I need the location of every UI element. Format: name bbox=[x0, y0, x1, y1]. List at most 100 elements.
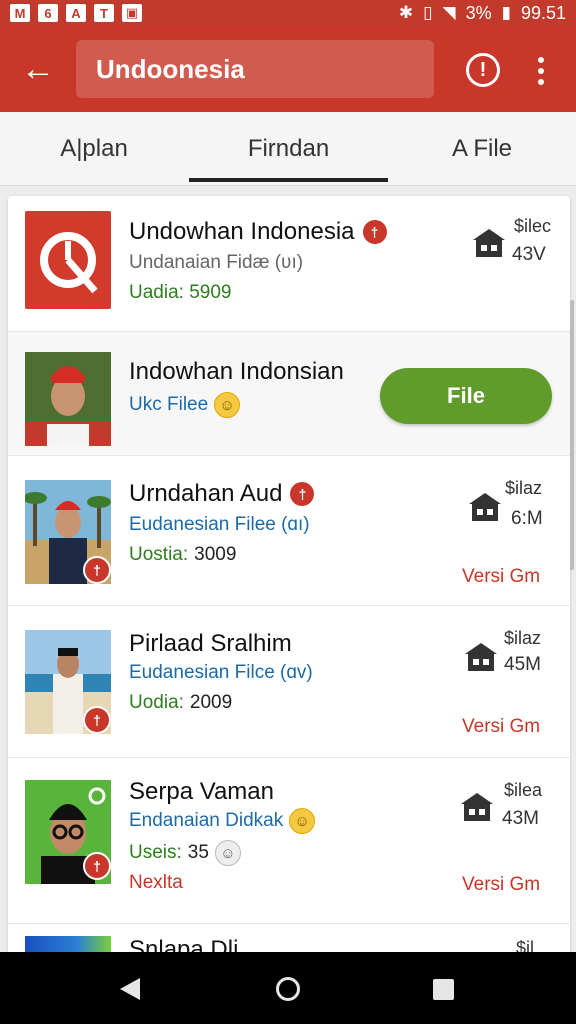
item-meta: Useis: 35 ☺ bbox=[129, 840, 241, 866]
list-item[interactable]: † Serpa Vaman Endanaian Didkak ☺ Useis: … bbox=[8, 758, 570, 924]
tab-a-file[interactable]: A File bbox=[388, 112, 576, 186]
smile-emoji-icon: ☺ bbox=[289, 808, 316, 834]
item-name: Snlapa Dli bbox=[129, 936, 239, 952]
version-link[interactable]: Versi Gm bbox=[462, 874, 540, 896]
item-meta: Uostia: 3009 bbox=[129, 544, 236, 566]
app-logo-icon bbox=[25, 211, 111, 309]
smile-emoji-icon: ☺ bbox=[214, 392, 241, 418]
grin-emoji-icon: ☺ bbox=[214, 840, 241, 866]
app-list: Undowhan Indonesia † Undanaian Fidæ (ʋı)… bbox=[8, 196, 570, 952]
nav-home-icon[interactable] bbox=[276, 977, 300, 1001]
item-meta-label: Uadia: 5909 bbox=[129, 282, 232, 303]
back-arrow-icon[interactable]: ← bbox=[0, 26, 76, 112]
version-link[interactable]: Versi Gm bbox=[462, 566, 540, 588]
item-subtitle: Endanaian Didkak ☺ bbox=[129, 808, 316, 834]
battery-percent: 3% bbox=[465, 2, 492, 23]
list-item[interactable]: † Urndahan Aud † Eudanesian Filee (ɑı) U… bbox=[8, 456, 570, 606]
avatar: † bbox=[25, 480, 111, 584]
size-value: 43V bbox=[512, 244, 546, 265]
item-title: Undowhan Indonesia † bbox=[129, 218, 387, 246]
house-icon bbox=[465, 643, 497, 671]
avatar: † bbox=[25, 780, 111, 884]
item-name: Indowhan Indonsian bbox=[129, 358, 344, 385]
list-item[interactable]: Undowhan Indonesia † Undanaian Fidæ (ʋı)… bbox=[8, 196, 570, 332]
app-badge-icon: † bbox=[83, 706, 111, 734]
item-meta-label: Useis: bbox=[129, 842, 182, 863]
avatar bbox=[25, 936, 111, 952]
scrollbar[interactable] bbox=[570, 300, 574, 570]
item-name: Undowhan Indonesia bbox=[129, 218, 355, 245]
verified-icon: † bbox=[362, 220, 387, 244]
item-title: Pirlaad Sralhim bbox=[129, 630, 292, 658]
item-title: Snlapa Dli bbox=[129, 936, 238, 952]
search-title-box[interactable]: Undoonesia bbox=[76, 40, 434, 98]
item-meta: Uodia: 2009 bbox=[129, 692, 232, 714]
image-notification-icon: ▣ bbox=[122, 4, 142, 22]
page-title: Undoonesia bbox=[96, 53, 245, 84]
app-badge-icon: † bbox=[83, 852, 111, 880]
notification-icon-2: 6 bbox=[38, 4, 58, 22]
list-item[interactable]: † Pirlaad Sralhim Eudanesian Filce (ɑv) … bbox=[8, 606, 570, 758]
wifi-icon: ◥ bbox=[442, 3, 456, 22]
house-icon bbox=[473, 229, 505, 257]
status-system-icons: ✱ ▯ ◥ 3% ▮ 99.51 bbox=[399, 3, 566, 24]
size-value: 6:M bbox=[511, 508, 543, 529]
item-meta: Uadia: 5909 bbox=[129, 282, 231, 304]
status-bar: M 6 A T ▣ ✱ ▯ ◥ 3% ▮ 99.51 bbox=[0, 0, 576, 26]
notification-icon-1: M bbox=[10, 4, 30, 22]
size-value: 43M bbox=[502, 808, 539, 829]
size-value: 45M bbox=[504, 654, 541, 675]
nav-recent-apps-icon[interactable] bbox=[433, 979, 454, 1000]
item-subtitle: Undanaian Fidæ (ʋı) bbox=[129, 252, 304, 273]
verified-icon: † bbox=[290, 482, 315, 506]
house-icon bbox=[469, 493, 501, 521]
item-name: Serpa Vaman bbox=[129, 778, 274, 805]
size-label: $ilaz bbox=[505, 478, 543, 498]
item-meta-label: Uostia: bbox=[129, 544, 189, 565]
notification-icon-4: T bbox=[94, 4, 114, 22]
item-subtitle: Eudanesian Filee (ɑı) bbox=[129, 514, 310, 535]
avatar bbox=[25, 352, 111, 446]
size-label: $il bbox=[516, 938, 535, 952]
item-meta-value: 2009 bbox=[189, 692, 233, 713]
item-meta-value: 3009 bbox=[194, 544, 237, 565]
info-icon[interactable]: ! bbox=[466, 53, 500, 87]
file-button[interactable]: File bbox=[380, 368, 552, 424]
tab-aplan[interactable]: A|plan bbox=[0, 112, 188, 186]
item-title: Serpa Vaman bbox=[129, 778, 274, 806]
item-title: Indowhan Indonsian bbox=[129, 358, 344, 386]
app-screen: M 6 A T ▣ ✱ ▯ ◥ 3% ▮ 99.51 ← Undoonesia … bbox=[0, 0, 576, 1024]
item-name: Pirlaad Sralhim bbox=[129, 630, 292, 657]
tab-firndan[interactable]: Firndan bbox=[189, 112, 388, 186]
bluetooth-icon: ✱ bbox=[398, 3, 414, 22]
house-icon bbox=[461, 793, 493, 821]
item-title: Urndahan Aud † bbox=[129, 480, 315, 508]
version-link[interactable]: Versi Gm bbox=[462, 716, 540, 738]
avatar: † bbox=[25, 630, 111, 734]
item-meta-label: Uodia: bbox=[129, 692, 184, 713]
battery-icon: ▮ bbox=[501, 3, 511, 22]
list-item[interactable]: Indowhan Indonsian Ukc Filee ☺ File bbox=[8, 332, 570, 456]
item-name: Urndahan Aud bbox=[129, 480, 283, 507]
app-bar: ← Undoonesia ! bbox=[0, 26, 576, 112]
clock-time: 99.51 bbox=[520, 2, 566, 23]
item-subtitle: Ukc Filee ☺ bbox=[129, 392, 241, 418]
size-label: $ilaz bbox=[504, 628, 542, 648]
item-subtitle-text: Ukc Filee bbox=[129, 394, 209, 415]
item-subtitle: Eudanesian Filce (ɑv) bbox=[129, 662, 313, 683]
tab-selected-indicator bbox=[189, 178, 388, 182]
item-meta-value: 35 bbox=[187, 842, 209, 863]
list-item[interactable]: Snlapa Dli $il bbox=[8, 924, 570, 952]
size-label: $ilea bbox=[504, 780, 543, 800]
item-extra: Nexlta bbox=[129, 872, 183, 893]
nav-back-icon[interactable] bbox=[120, 978, 140, 1000]
system-nav-bar bbox=[0, 952, 576, 1024]
item-subtitle-text: Endanaian Didkak bbox=[129, 810, 284, 831]
app-badge-icon: † bbox=[83, 556, 111, 584]
vibrate-icon: ▯ bbox=[423, 3, 433, 22]
tab-bar: A|plan Firndan A File bbox=[0, 112, 576, 186]
size-label: $ilec bbox=[514, 216, 552, 236]
more-options-icon[interactable] bbox=[530, 54, 552, 88]
notification-icon-3: A bbox=[66, 4, 86, 22]
status-notification-icons: M 6 A T ▣ bbox=[10, 4, 142, 22]
